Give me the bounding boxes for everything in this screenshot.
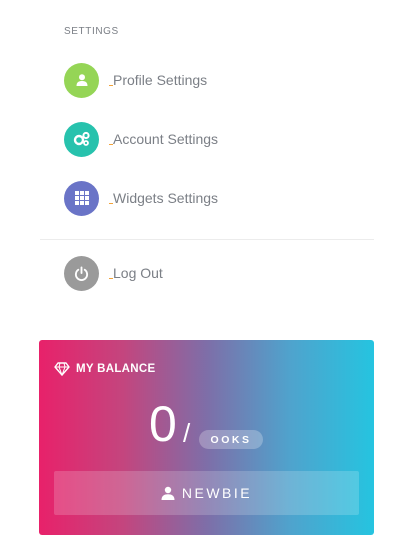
currency-badge: OOKS [199, 430, 263, 449]
diamond-icon [54, 362, 70, 376]
balance-title: MY BALANCE [76, 363, 156, 375]
balance-amount: 0 [149, 396, 177, 452]
rank-button[interactable]: NEWBIE [54, 471, 359, 515]
settings-section-title: SETTINGS [64, 26, 119, 37]
gears-icon [64, 121, 99, 157]
log-out-label: Log Out [109, 265, 163, 281]
balance-slash: / [183, 418, 191, 448]
user-icon [64, 62, 99, 98]
widgets-settings-label: Widgets Settings [108, 190, 219, 206]
grid-icon [64, 180, 99, 216]
divider [40, 239, 374, 240]
profile-settings-item[interactable]: Profile Settings [64, 62, 364, 98]
account-settings-item[interactable]: Account Settings [64, 121, 364, 157]
log-out-item[interactable]: Log Out [64, 255, 364, 291]
balance-header: MY BALANCE [54, 362, 155, 376]
power-icon [64, 255, 99, 291]
account-settings-label: Account Settings [108, 131, 219, 147]
widgets-settings-item[interactable]: Widgets Settings [64, 180, 364, 216]
profile-settings-label: Profile Settings [108, 72, 208, 88]
balance-card: MY BALANCE 0 / OOKS NEWBIE [39, 340, 374, 535]
user-icon [161, 486, 175, 500]
rank-label: NEWBIE [181, 485, 253, 501]
